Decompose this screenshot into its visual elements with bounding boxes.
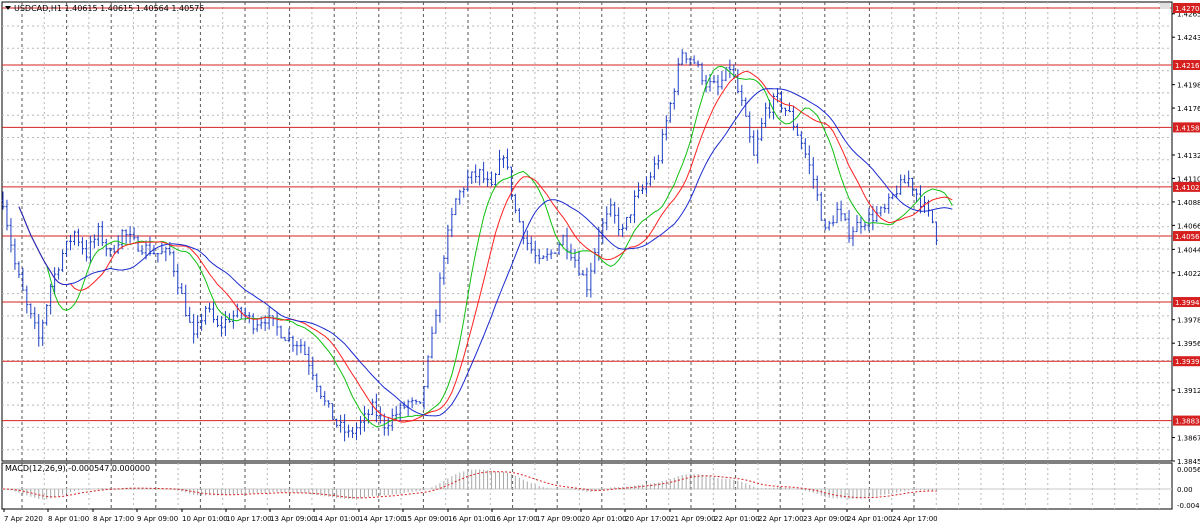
chart-shift-marker[interactable]	[1160, 3, 1170, 9]
macd-tick-label: -0.00455	[1177, 502, 1200, 510]
chart-window[interactable]: 1.426501.424301.419851.417651.413251.411…	[0, 0, 1200, 527]
price-chart[interactable]: 1.426501.424301.419851.417651.413251.411…	[0, 0, 1200, 527]
x-tick-label: 14 Apr 17:00	[359, 515, 405, 523]
x-tick-label: 13 Apr 09:00	[270, 515, 316, 523]
y-tick-label: 1.41325	[1177, 152, 1200, 160]
x-tick-label: 10 Apr 01:00	[182, 515, 228, 523]
x-tick-label: 24 Apr 01:00	[847, 515, 893, 523]
price-level-label: 1.40565	[1175, 233, 1200, 241]
macd-tick-label: 0.00	[1177, 486, 1193, 494]
y-tick-label: 1.39120	[1177, 387, 1200, 395]
x-tick-label: 23 Apr 09:00	[803, 515, 849, 523]
x-tick-label: 16 Apr 17:00	[492, 515, 538, 523]
symbol-info: USDCAD,H1 1.40615 1.40615 1.40564 1.4057…	[14, 4, 204, 13]
price-level-label: 1.42169	[1175, 62, 1200, 70]
y-tick-label: 1.41765	[1177, 105, 1200, 113]
y-tick-label: 1.39780	[1177, 317, 1200, 325]
chart-background	[0, 0, 1200, 527]
y-tick-label: 1.40665	[1177, 222, 1200, 230]
x-tick-label: 16 Apr 01:00	[448, 515, 494, 523]
x-tick-label: 24 Apr 17:00	[892, 515, 938, 523]
x-tick-label: 7 Apr 2020	[4, 515, 43, 523]
price-level-label: 1.42704	[1175, 5, 1200, 13]
y-tick-label: 1.38455	[1177, 458, 1200, 466]
price-level-label: 1.41584	[1175, 124, 1200, 132]
x-tick-label: 10 Apr 17:00	[226, 515, 272, 523]
y-tick-label: 1.41985	[1177, 82, 1200, 90]
x-tick-label: 17 Apr 09:00	[536, 515, 582, 523]
price-level-label: 1.38834	[1175, 418, 1200, 426]
x-tick-label: 21 Apr 09:00	[670, 515, 716, 523]
x-tick-label: 8 Apr 01:00	[48, 515, 89, 523]
x-tick-label: 14 Apr 01:00	[314, 515, 360, 523]
price-level-label: 1.39946	[1175, 299, 1200, 307]
y-tick-label: 1.38675	[1177, 435, 1200, 443]
symbol-header[interactable]: USDCAD,H1 1.40615 1.40615 1.40564 1.4057…	[5, 4, 204, 13]
x-tick-label: 8 Apr 17:00	[93, 515, 134, 523]
price-level-label: 1.39391	[1175, 358, 1200, 366]
x-tick-label: 20 Apr 01:00	[581, 515, 627, 523]
y-tick-label: 1.42430	[1177, 34, 1200, 42]
price-level-label: 1.41026	[1175, 184, 1200, 192]
x-tick-label: 9 Apr 09:00	[137, 515, 178, 523]
x-tick-label: 22 Apr 17:00	[758, 515, 804, 523]
macd-tick-label: 0.005615	[1177, 466, 1200, 474]
x-tick-label: 20 Apr 17:00	[625, 515, 671, 523]
y-tick-label: 1.40440	[1177, 246, 1200, 254]
x-tick-label: 15 Apr 09:00	[403, 515, 449, 523]
macd-label: MACD(12,26,9) -0.000547 0.000000	[5, 464, 150, 473]
y-tick-label: 1.40220	[1177, 270, 1200, 278]
y-tick-label: 1.40885	[1177, 199, 1200, 207]
x-tick-label: 22 Apr 01:00	[714, 515, 760, 523]
y-tick-label: 1.39560	[1177, 340, 1200, 348]
